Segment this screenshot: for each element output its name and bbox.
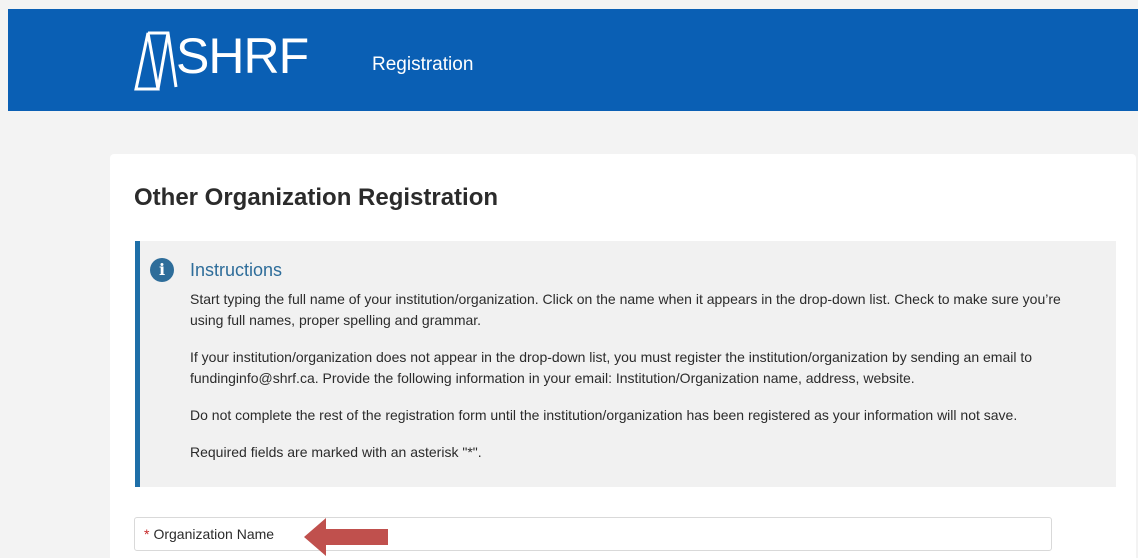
instructions-heading: Instructions: [190, 260, 283, 280]
registration-page: SHRF Registration Other Organization Reg…: [0, 0, 1138, 558]
registration-card: Other Organization Registration i Instru…: [110, 154, 1136, 558]
page-title: Other Organization Registration: [134, 184, 499, 211]
shrf-logo[interactable]: SHRF: [128, 23, 328, 97]
info-icon: i: [150, 258, 174, 282]
instruction-paragraph-2: If your institution/organization does no…: [190, 349, 1033, 386]
logo-text: SHRF: [176, 28, 309, 84]
instructions-body: Start typing the full name of your insti…: [190, 289, 1090, 479]
organization-name-label-text: Organization Name: [153, 526, 275, 542]
organization-name-field[interactable]: * Organization Name: [134, 517, 1052, 551]
header-title: Registration: [372, 54, 474, 75]
logo-mark-icon: [134, 31, 178, 91]
instructions-panel: i Instructions Start typing the full nam…: [135, 241, 1116, 487]
organization-name-label: * Organization Name: [144, 526, 274, 542]
instruction-paragraph-4: Required fields are marked with an aster…: [190, 444, 482, 460]
required-asterisk: *: [144, 526, 150, 542]
arrow-left-icon: [304, 518, 388, 556]
site-header: SHRF Registration: [8, 9, 1138, 111]
instruction-paragraph-3: Do not complete the rest of the registra…: [190, 407, 1018, 423]
instruction-paragraph-1: Start typing the full name of your insti…: [190, 291, 1061, 328]
